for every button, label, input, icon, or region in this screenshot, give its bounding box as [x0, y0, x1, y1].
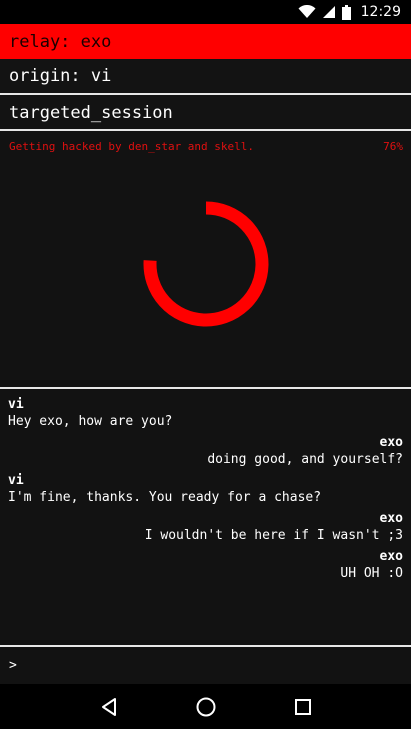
- chat-message: exo doing good, and yourself?: [8, 434, 403, 468]
- progress-arc: [143, 201, 269, 327]
- back-icon: [101, 697, 116, 716]
- session-row[interactable]: targeted_session: [0, 97, 411, 131]
- hack-status: Getting hacked by den_star and skell. 76…: [9, 140, 403, 153]
- divider: [0, 387, 411, 389]
- session-label: targeted_session: [9, 103, 173, 123]
- chat-sender: exo: [379, 511, 403, 526]
- chat-sender: exo: [379, 435, 403, 450]
- chat-text: UH OH :O: [340, 566, 403, 581]
- cell-signal-icon: [322, 6, 335, 18]
- command-input[interactable]: [22, 657, 411, 674]
- origin-label: origin: vi: [9, 66, 112, 86]
- prompt-symbol: >: [9, 658, 17, 673]
- progress-spinner: [143, 201, 269, 327]
- origin-row[interactable]: origin: vi: [0, 59, 411, 95]
- hack-message: Getting hacked by den_star and skell.: [9, 140, 255, 153]
- app-screen: 12:29 relay: exo origin: vi targeted_ses…: [0, 0, 411, 729]
- chat-text: I wouldn't be here if I wasn't ;3: [144, 528, 403, 543]
- battery-icon: [341, 4, 351, 20]
- nav-bar: [0, 684, 411, 729]
- home-icon: [196, 697, 215, 716]
- chat-text: doing good, and yourself?: [207, 452, 403, 467]
- chat-message: vi Hey exo, how are you?: [8, 396, 403, 430]
- chat-text: Hey exo, how are you?: [8, 414, 173, 429]
- chat-message: vi I'm fine, thanks. You ready for a chas…: [8, 472, 403, 506]
- home-button[interactable]: [186, 687, 226, 727]
- wifi-icon: [298, 5, 316, 18]
- status-time: 12:29: [360, 4, 401, 20]
- back-button[interactable]: [89, 687, 129, 727]
- relay-label: relay: exo: [9, 31, 112, 52]
- relay-row[interactable]: relay: exo: [0, 24, 411, 59]
- command-input-row[interactable]: >: [0, 647, 411, 684]
- recents-button[interactable]: [283, 687, 323, 727]
- chat-message: exo UH OH :O: [8, 548, 403, 582]
- chat-message: exo I wouldn't be here if I wasn't ;3: [8, 510, 403, 544]
- chat-log: vi Hey exo, how are you? exo doing good, an…: [0, 396, 411, 586]
- chat-sender: vi: [8, 397, 24, 412]
- recents-icon: [294, 698, 311, 715]
- chat-sender: exo: [379, 549, 403, 564]
- status-bar: 12:29: [0, 0, 411, 24]
- hack-percent: 76%: [383, 140, 403, 153]
- chat-sender: vi: [8, 473, 24, 488]
- chat-text: I'm fine, thanks. You ready for a chase?: [8, 490, 322, 505]
